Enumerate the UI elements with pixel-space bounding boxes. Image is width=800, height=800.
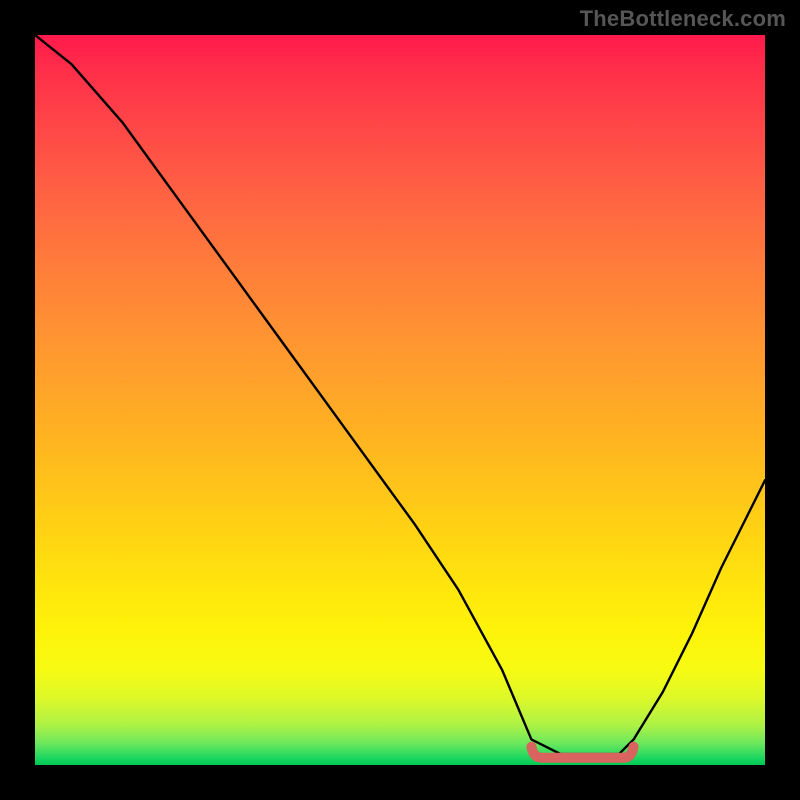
watermark-text: TheBottleneck.com xyxy=(580,6,786,32)
chart-svg xyxy=(35,35,765,765)
plot-area xyxy=(35,35,765,765)
chart-container: TheBottleneck.com xyxy=(0,0,800,800)
main-curve xyxy=(35,35,765,754)
